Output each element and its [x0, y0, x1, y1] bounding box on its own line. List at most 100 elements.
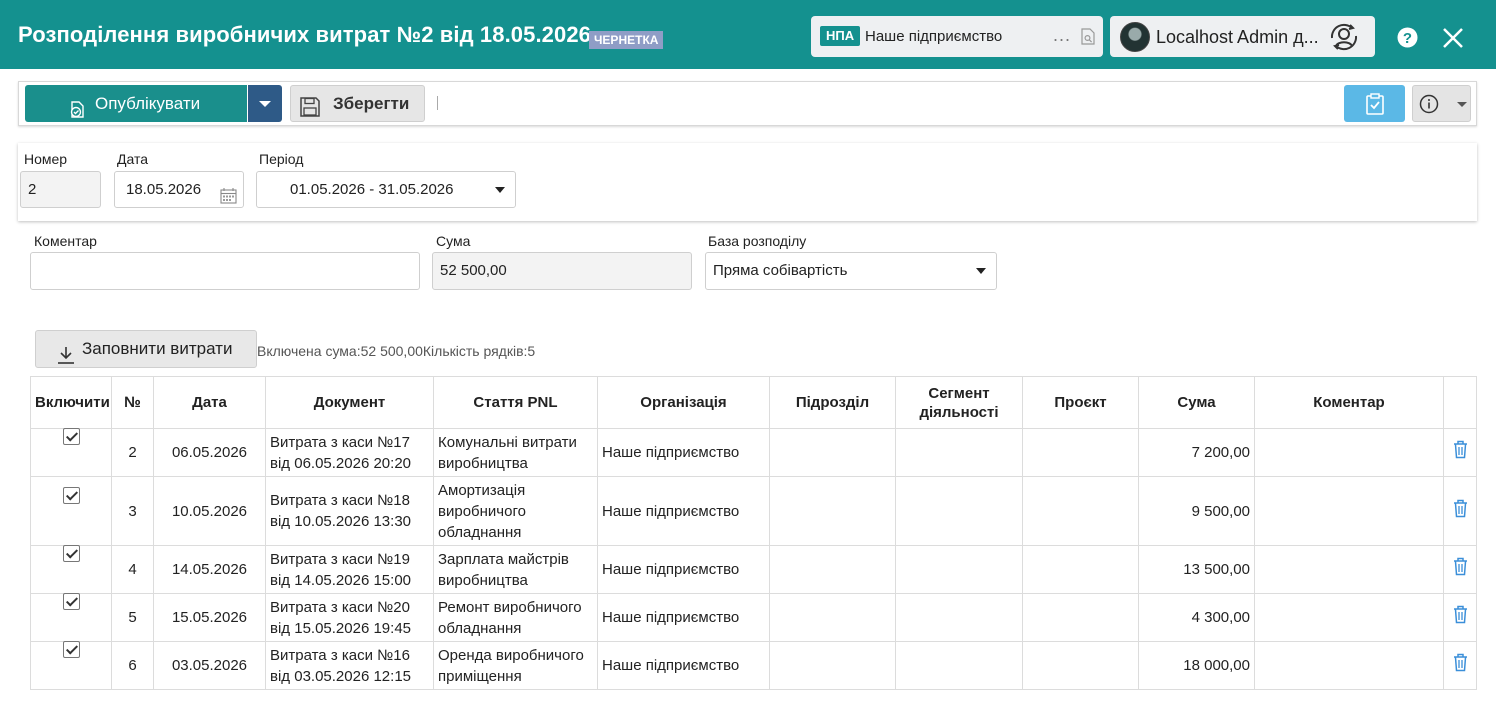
row-sum[interactable]: 4 300,00 — [1138, 593, 1255, 642]
row-pnl-item[interactable]: Комунальні витрати виробництва — [433, 428, 598, 477]
row-sum[interactable]: 9 500,00 — [1138, 476, 1255, 546]
column-header[interactable]: Сегмент діяльності — [895, 376, 1023, 429]
row-comment[interactable] — [1254, 593, 1444, 642]
clipboard-check-button[interactable] — [1344, 85, 1405, 122]
column-header[interactable]: Сума — [1138, 376, 1255, 429]
number-field[interactable]: 2 — [20, 171, 101, 208]
row-pnl-item[interactable]: Ремонт виробничого обладнання — [433, 593, 598, 642]
save-label: Зберегти — [333, 94, 410, 113]
row-sum[interactable]: 18 000,00 — [1138, 641, 1255, 690]
date-field[interactable]: 18.05.2026 — [114, 171, 244, 208]
include-checkbox[interactable] — [62, 545, 80, 562]
row-project[interactable] — [1022, 476, 1139, 546]
include-checkbox[interactable] — [62, 593, 80, 610]
row-segment[interactable] — [895, 641, 1023, 690]
comment-field[interactable] — [30, 252, 420, 290]
row-organization[interactable]: Наше підприємство — [597, 545, 770, 594]
trash-icon[interactable] — [1453, 605, 1468, 630]
table-row[interactable]: 5 15.05.2026 Витрата з каси №20 від 15.05.2… — [30, 593, 1477, 642]
document-date: від 14.05.2026 15:00 — [270, 571, 411, 589]
row-pnl-item[interactable]: Амортизація виробничого обладнання — [433, 476, 598, 546]
pnl-line: приміщення — [438, 667, 522, 685]
row-segment[interactable] — [895, 545, 1023, 594]
row-comment[interactable] — [1254, 428, 1444, 477]
row-department[interactable] — [769, 641, 896, 690]
row-organization[interactable]: Наше підприємство — [597, 428, 770, 477]
document-title: Витрата з каси №19 — [270, 550, 410, 568]
row-department[interactable] — [769, 428, 896, 477]
row-document[interactable]: Витрата з каси №17 від 06.05.2026 20:20 — [265, 428, 434, 477]
pnl-line: обладнання — [438, 619, 522, 637]
row-pnl-item[interactable]: Зарплата майстрів виробництва — [433, 545, 598, 594]
row-sum[interactable]: 7 200,00 — [1138, 428, 1255, 477]
row-segment[interactable] — [895, 476, 1023, 546]
column-header[interactable]: Підрозділ — [769, 376, 896, 429]
publish-dropdown-button[interactable] — [248, 85, 282, 122]
row-segment[interactable] — [895, 593, 1023, 642]
row-organization[interactable]: Наше підприємство — [597, 476, 770, 546]
trash-icon[interactable] — [1453, 440, 1468, 465]
close-icon[interactable] — [1442, 27, 1464, 53]
row-segment[interactable] — [895, 428, 1023, 477]
help-icon[interactable]: ? — [1397, 27, 1418, 52]
org-more-button[interactable]: ... — [1053, 25, 1071, 46]
include-checkbox[interactable] — [62, 428, 80, 445]
row-comment[interactable] — [1254, 545, 1444, 594]
row-comment[interactable] — [1254, 641, 1444, 690]
row-sum[interactable]: 13 500,00 — [1138, 545, 1255, 594]
include-checkbox[interactable] — [62, 486, 80, 504]
row-project[interactable] — [1022, 545, 1139, 594]
info-button[interactable] — [1412, 85, 1471, 122]
row-date: 14.05.2026 — [153, 545, 266, 594]
column-header[interactable]: Коментар — [1254, 376, 1444, 429]
trash-icon[interactable] — [1453, 499, 1468, 524]
row-comment[interactable] — [1254, 476, 1444, 546]
row-organization[interactable]: Наше підприємство — [597, 593, 770, 642]
trash-icon[interactable] — [1453, 557, 1468, 582]
include-checkbox[interactable] — [62, 641, 80, 658]
organization-selector[interactable]: НПА Наше підприємство ... — [811, 16, 1103, 57]
column-header[interactable]: Проєкт — [1022, 376, 1139, 429]
column-header[interactable]: Документ — [265, 376, 434, 429]
column-header[interactable]: Включити — [30, 376, 112, 429]
table-row[interactable]: 4 14.05.2026 Витрата з каси №19 від 14.05.2… — [30, 545, 1477, 594]
row-document[interactable]: Витрата з каси №20 від 15.05.2026 19:45 — [265, 593, 434, 642]
row-date: 15.05.2026 — [153, 593, 266, 642]
publish-button[interactable]: Опублікувати — [25, 85, 247, 122]
column-header[interactable]: Дата — [153, 376, 266, 429]
period-select[interactable]: 01.05.2026 - 31.05.2026 — [256, 171, 516, 208]
distribution-base-select[interactable]: Пряма собівартість — [705, 252, 997, 290]
table-row[interactable]: 2 06.05.2026 Витрата з каси №17 від 06.05.2… — [30, 428, 1477, 477]
column-header[interactable]: № — [111, 376, 154, 429]
row-project[interactable] — [1022, 593, 1139, 642]
row-date: 06.05.2026 — [153, 428, 266, 477]
save-button[interactable]: Зберегти — [290, 85, 425, 122]
document-title: Витрата з каси №16 — [270, 646, 410, 664]
sum-field[interactable]: 52 500,00 — [432, 252, 692, 290]
row-date: 10.05.2026 — [153, 476, 266, 546]
row-department[interactable] — [769, 476, 896, 546]
publish-label: Опублікувати — [95, 94, 201, 113]
row-department[interactable] — [769, 593, 896, 642]
trash-icon[interactable] — [1453, 653, 1468, 678]
column-header[interactable]: Стаття PNL — [433, 376, 598, 429]
table-row[interactable]: 6 03.05.2026 Витрата з каси №16 від 03.05.2… — [30, 641, 1477, 690]
document-search-icon[interactable] — [1081, 28, 1095, 49]
row-organization[interactable]: Наше підприємство — [597, 641, 770, 690]
user-switch-icon[interactable] — [1328, 22, 1360, 56]
row-project[interactable] — [1022, 641, 1139, 690]
fill-expenses-button[interactable]: Заповнити витрати — [35, 330, 257, 368]
row-number: 3 — [111, 476, 154, 546]
user-menu[interactable]: Localhost Admin д... — [1110, 16, 1375, 57]
row-pnl-item[interactable]: Оренда виробничого приміщення — [433, 641, 598, 690]
column-header[interactable]: Організація — [597, 376, 770, 429]
calendar-icon[interactable] — [220, 182, 237, 217]
row-project[interactable] — [1022, 428, 1139, 477]
row-document[interactable]: Витрата з каси №19 від 14.05.2026 15:00 — [265, 545, 434, 594]
row-document[interactable]: Витрата з каси №18 від 10.05.2026 13:30 — [265, 476, 434, 546]
row-department[interactable] — [769, 545, 896, 594]
table-row[interactable]: 3 10.05.2026 Витрата з каси №18 від 10.05.2… — [30, 476, 1477, 546]
caret-down-icon — [976, 268, 986, 274]
row-document[interactable]: Витрата з каси №16 від 03.05.2026 12:15 — [265, 641, 434, 690]
document-check-icon — [69, 95, 87, 132]
